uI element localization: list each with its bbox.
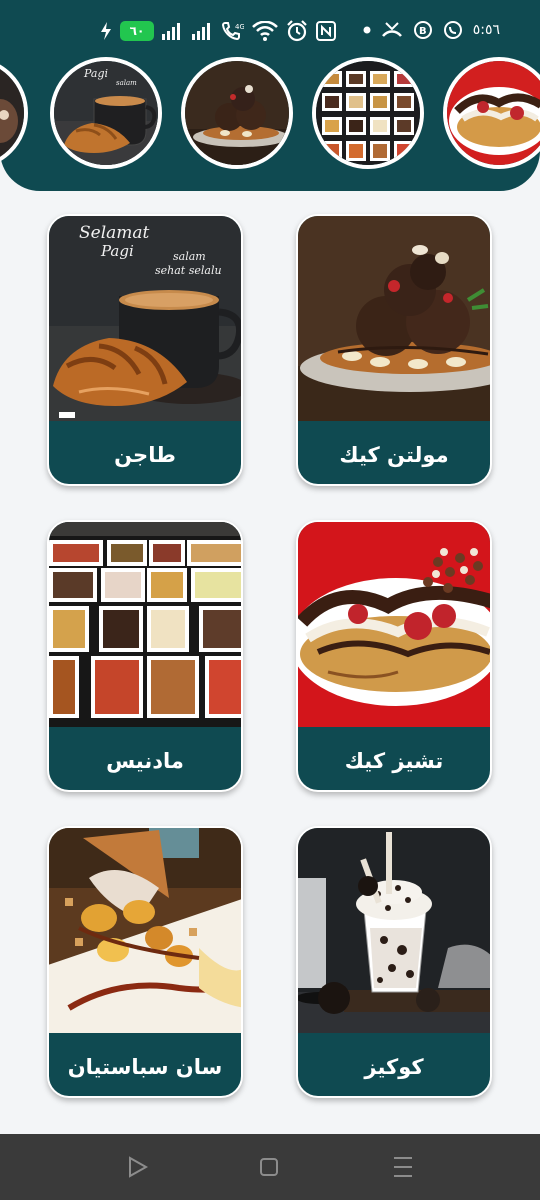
card-photo	[298, 522, 490, 727]
card-label: طاجن	[114, 442, 176, 467]
category-grid: Selamat Pagi salam sehat selalu طاجن مول…	[0, 0, 540, 1130]
category-card-cookies[interactable]: كوكيز	[296, 826, 492, 1098]
card-label: تشيز كيك	[344, 748, 444, 773]
card-photo	[49, 828, 241, 1033]
home-button[interactable]	[254, 1152, 284, 1182]
cookies-shake-image	[298, 828, 490, 1033]
recents-button[interactable]	[388, 1152, 418, 1182]
cheesecake-waffle-image	[298, 522, 490, 727]
caption-pagi: Pagi	[100, 242, 134, 260]
banana-dessert-image	[49, 828, 241, 1033]
category-card-molten-cake[interactable]: مولتن كيك	[296, 214, 492, 486]
system-navigation-bar	[0, 1134, 540, 1200]
card-photo	[49, 522, 241, 727]
card-label: مادنيس	[106, 748, 184, 773]
category-card-tajine[interactable]: Selamat Pagi salam sehat selalu طاجن	[47, 214, 243, 486]
caption-salam: salam	[173, 250, 206, 263]
card-photo	[298, 828, 490, 1033]
back-icon	[129, 1156, 149, 1178]
molten-cake-image	[298, 216, 490, 421]
card-label: سان سباستيان	[67, 1054, 223, 1079]
back-button[interactable]	[122, 1152, 152, 1182]
card-label: مولتن كيك	[339, 442, 449, 467]
card-photo	[298, 216, 490, 421]
category-card-madness[interactable]: مادنيس	[47, 520, 243, 792]
card-label: كوكيز	[364, 1054, 424, 1079]
waffle-tray-image	[49, 522, 241, 727]
category-card-cheesecake[interactable]: تشيز كيك	[296, 520, 492, 792]
card-photo: Selamat Pagi salam sehat selalu	[49, 216, 241, 421]
category-card-san-sebastian[interactable]: سان سباستيان	[47, 826, 243, 1098]
recents-icon	[394, 1157, 412, 1177]
coffee-croissant-image: Selamat Pagi salam sehat selalu	[49, 216, 241, 421]
home-icon	[260, 1158, 278, 1176]
caption-sehat: sehat selalu	[155, 264, 222, 277]
caption-selamat: Selamat	[79, 223, 150, 243]
